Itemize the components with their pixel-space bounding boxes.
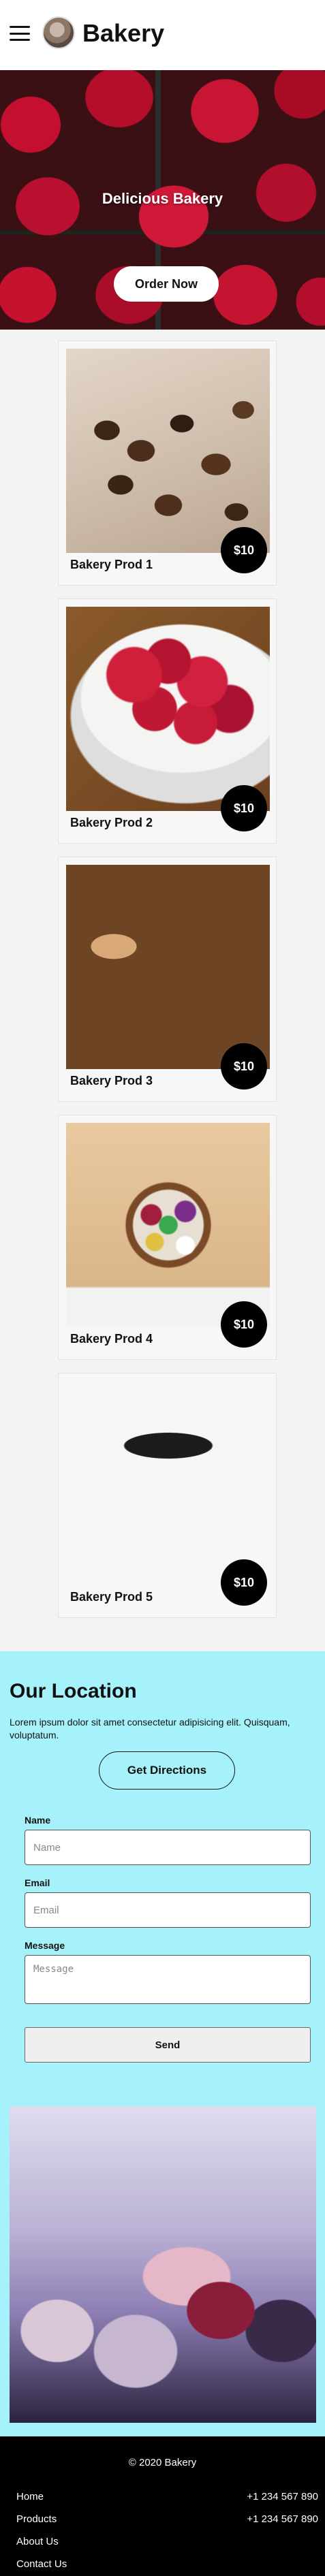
location-image-frozen-berries [10,2106,316,2423]
product-image-coffee-beans [66,349,270,553]
price-badge: $10 [221,1301,267,1348]
order-now-button[interactable]: Order Now [114,266,219,302]
product-name: Bakery Prod 4 [70,1332,153,1346]
menu-icon[interactable] [10,23,30,44]
product-image-salad-bowl [66,1123,270,1327]
footer-link-contact-us[interactable]: Contact Us [16,2558,67,2570]
location-section: Our Location Lorem ipsum dolor sit amet … [0,1651,325,2436]
product-image-raspberries [66,607,270,811]
product-card[interactable]: Bakery Prod 4 $10 [58,1115,277,1360]
send-button[interactable]: Send [25,2027,311,2063]
product-card[interactable]: Bakery Prod 3 $10 [58,857,277,1102]
brand-title[interactable]: Bakery [82,19,164,48]
name-field[interactable] [25,1830,311,1865]
email-field[interactable] [25,1892,311,1928]
location-text: Lorem ipsum dolor sit amet consectetur a… [10,1717,290,1740]
copyright: © 2020 Bakery [128,2457,197,2468]
site-header: Bakery [0,0,325,70]
footer-phone: +1 234 567 890 [247,2491,318,2502]
footer-link-products[interactable]: Products [16,2513,57,2525]
hero-title: Delicious Bakery [102,190,223,207]
hero-banner: Delicious Bakery Order Now [0,70,325,330]
product-card[interactable]: Bakery Prod 5 $10 [58,1373,277,1618]
product-name: Bakery Prod 5 [70,1590,153,1604]
product-name: Bakery Prod 1 [70,558,153,571]
product-card[interactable]: Bakery Prod 1 $10 [58,340,277,586]
name-label: Name [25,1815,51,1826]
message-label: Message [25,1940,65,1951]
product-image-latte [66,865,270,1069]
price-badge: $10 [221,1043,267,1090]
product-image-coffee-cup [66,1381,270,1585]
price-badge: $10 [221,1559,267,1606]
footer-link-home[interactable]: Home [16,2491,44,2502]
footer-phone: +1 234 567 890 [247,2513,318,2525]
footer-link-about-us[interactable]: About Us [16,2536,59,2547]
site-footer: © 2020 Bakery Home Products About Us Con… [0,2436,325,2576]
message-field[interactable] [25,1955,311,2004]
product-card[interactable]: Bakery Prod 2 $10 [58,599,277,844]
get-directions-button[interactable]: Get Directions [99,1751,235,1790]
product-name: Bakery Prod 2 [70,816,153,829]
product-name: Bakery Prod 3 [70,1074,153,1087]
avatar[interactable] [42,16,75,49]
location-title: Our Location [10,1680,137,1702]
price-badge: $10 [221,527,267,573]
email-label: Email [25,1877,50,1888]
price-badge: $10 [221,785,267,831]
